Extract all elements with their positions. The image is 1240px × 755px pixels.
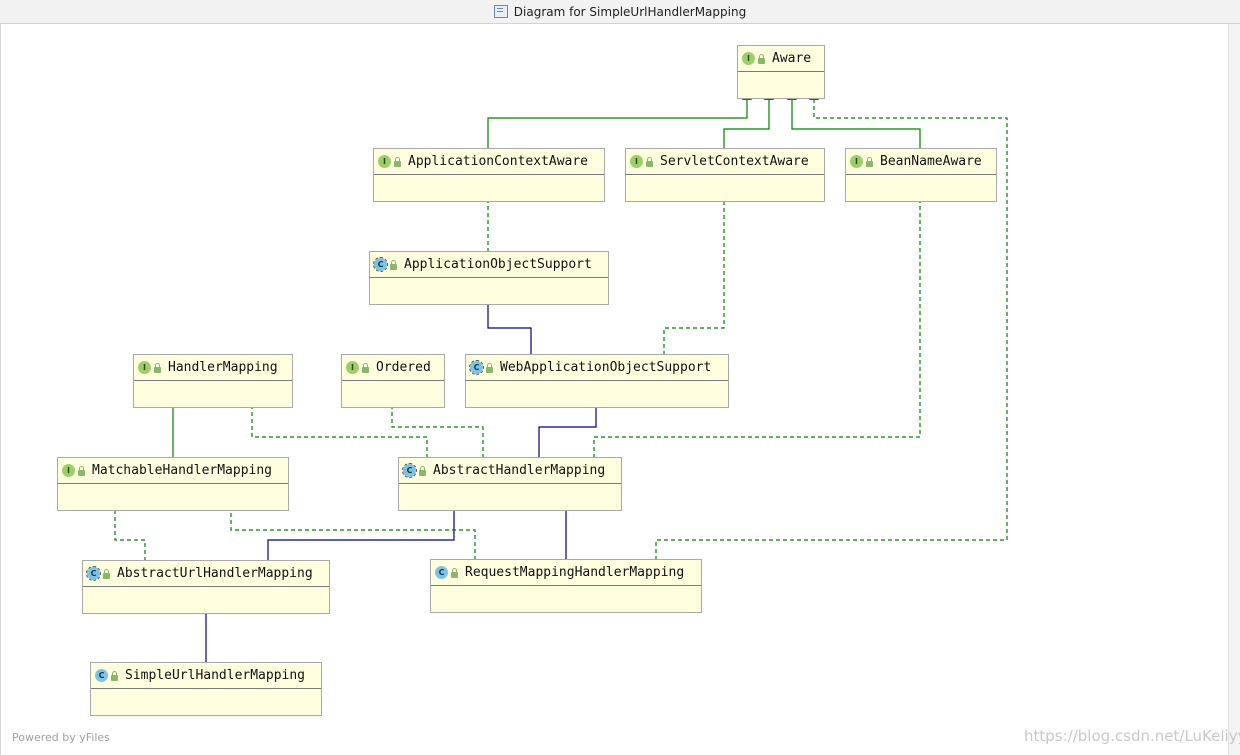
node-application-object-support[interactable]: C ApplicationObjectSupport — [369, 251, 609, 305]
node-label: RequestMappingHandlerMapping — [465, 565, 685, 580]
edge-ahm-ord — [387, 398, 484, 458]
lock-icon — [78, 465, 85, 476]
interface-icon: I — [850, 155, 863, 168]
node-ordered[interactable]: I Ordered — [341, 354, 445, 408]
interface-icon: I — [138, 361, 151, 374]
node-label: MatchableHandlerMapping — [92, 463, 273, 478]
node-abstract-handler-mapping[interactable]: C AbstractHandlerMapping — [398, 457, 622, 511]
node-label: AbstractHandlerMapping — [433, 463, 606, 478]
edge-aca-aware — [487, 90, 752, 149]
node-label: AbstractUrlHandlerMapping — [117, 566, 313, 581]
lock-icon — [419, 465, 426, 476]
lock-icon — [111, 670, 118, 681]
node-request-mapping-handler-mapping[interactable]: C RequestMappingHandlerMapping — [430, 559, 702, 613]
abstract-class-icon: C — [86, 566, 101, 581]
node-label: HandlerMapping — [168, 360, 278, 375]
lock-icon — [646, 156, 653, 167]
edge-ahm-hm — [247, 398, 428, 458]
node-handler-mapping[interactable]: I HandlerMapping — [133, 354, 293, 408]
interface-icon: I — [630, 155, 643, 168]
powered-by-label: Powered by yFiles — [12, 731, 110, 744]
node-label: ApplicationObjectSupport — [404, 257, 592, 272]
abstract-class-icon: C — [469, 360, 484, 375]
lock-icon — [486, 362, 493, 373]
abstract-class-icon: C — [402, 463, 417, 478]
lock-icon — [866, 156, 873, 167]
node-servlet-context-aware[interactable]: I ServletContextAware — [625, 148, 825, 202]
node-bean-name-aware[interactable]: I BeanNameAware — [845, 148, 997, 202]
interface-icon: I — [62, 464, 75, 477]
node-web-application-object-support[interactable]: C WebApplicationObjectSupport — [465, 354, 729, 408]
lock-icon — [394, 156, 401, 167]
edge-bna-aware — [787, 90, 921, 149]
node-label: Aware — [772, 51, 812, 66]
class-icon: C — [435, 566, 448, 579]
edge-ahm-bna — [593, 192, 925, 458]
edge-auhm-ahm — [267, 501, 459, 561]
node-matchable-handler-mapping[interactable]: I MatchableHandlerMapping — [57, 457, 289, 511]
node-label: SimpleUrlHandlerMapping — [125, 668, 306, 683]
node-aware[interactable]: I Aware — [737, 45, 825, 99]
lock-icon — [362, 362, 369, 373]
interface-icon: I — [346, 361, 359, 374]
node-label: Ordered — [376, 360, 431, 375]
edge-auhm-mhm — [110, 501, 146, 561]
edge-waos-aos — [483, 295, 532, 355]
node-label: WebApplicationObjectSupport — [500, 360, 712, 375]
lock-icon — [103, 568, 110, 579]
node-label: ServletContextAware — [660, 154, 809, 169]
lock-icon — [154, 362, 161, 373]
node-label: ApplicationContextAware — [408, 154, 589, 169]
lock-icon — [451, 567, 458, 578]
edge-ahm-waos — [538, 398, 601, 458]
interface-icon: I — [378, 155, 391, 168]
interface-icon: I — [742, 52, 755, 65]
node-label: BeanNameAware — [880, 154, 982, 169]
abstract-class-icon: C — [373, 257, 388, 272]
node-abstract-url-handler-mapping[interactable]: C AbstractUrlHandlerMapping — [82, 560, 330, 614]
class-icon: C — [95, 669, 108, 682]
node-application-context-aware[interactable]: I ApplicationContextAware — [373, 148, 605, 202]
watermark-text: https://blog.csdn.net/LuKeliyy — [1024, 727, 1240, 745]
edge-waos-sca — [663, 192, 729, 355]
node-simple-url-handler-mapping[interactable]: C SimpleUrlHandlerMapping — [90, 662, 322, 716]
lock-icon — [758, 53, 765, 64]
lock-icon — [390, 259, 397, 270]
